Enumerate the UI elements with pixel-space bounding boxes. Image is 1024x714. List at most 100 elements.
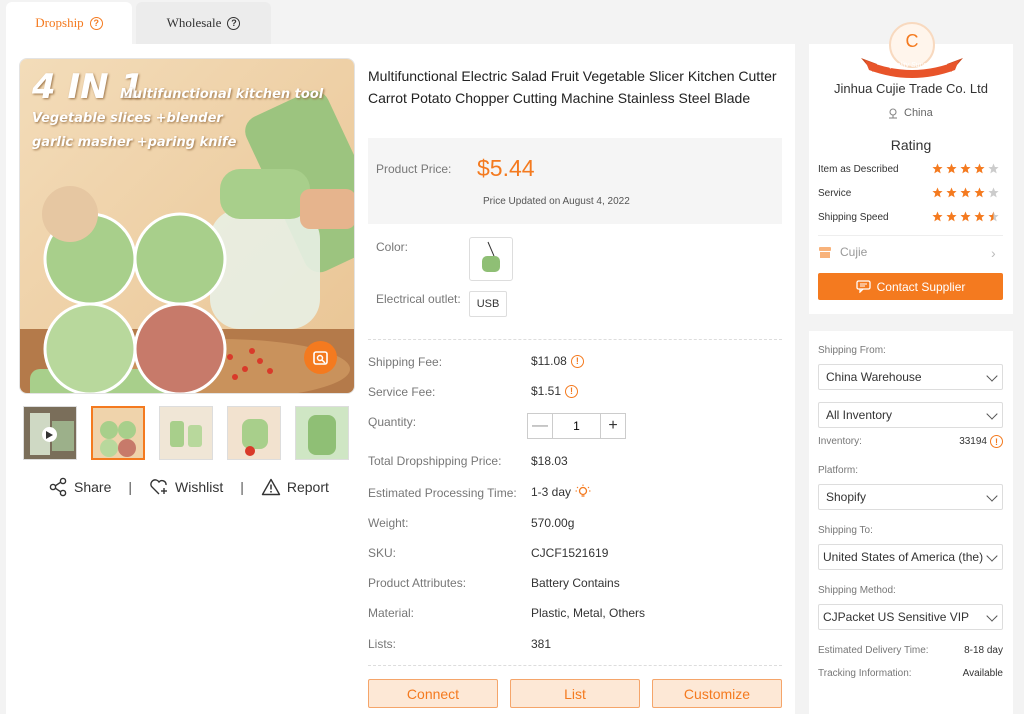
thumbnail-selected[interactable] (91, 406, 145, 460)
star-icon (946, 187, 957, 198)
tracking-label: Tracking Information: (818, 668, 912, 679)
thumbnail-video[interactable] (23, 406, 77, 460)
star-icon (960, 211, 971, 222)
platform-select[interactable]: Shopify (818, 484, 1003, 510)
thumbnail[interactable] (295, 406, 349, 460)
badge-letter: C (905, 31, 919, 51)
star-icon (960, 187, 971, 198)
info-icon[interactable]: ! (990, 435, 1003, 448)
country-label: China (904, 107, 933, 119)
star-icon (974, 211, 985, 222)
tab-dropship[interactable]: Dropship ? (6, 2, 132, 44)
increment-button[interactable]: + (601, 414, 625, 438)
rating-label: Shipping Speed (818, 212, 889, 223)
product-actions: Share | Wishlist | Report (48, 477, 329, 497)
total-value: $18.03 (531, 454, 568, 468)
tracking-value: Available (962, 668, 1003, 679)
list-button[interactable]: List (510, 679, 640, 708)
shipping-to-value: United States of America (the) (823, 550, 984, 564)
thumbnail[interactable] (227, 406, 281, 460)
chevron-right-icon[interactable]: › (991, 245, 996, 261)
total-label: Total Dropshipping Price: (368, 454, 502, 468)
tab-wholesale-label: Wholesale (166, 15, 222, 30)
attributes-label: Product Attributes: (368, 576, 467, 590)
image-search-button[interactable] (304, 341, 337, 374)
rating-label: Service (818, 188, 852, 199)
divider (368, 339, 782, 340)
customize-button[interactable]: Customize (652, 679, 782, 708)
quantity-stepper: — + (527, 413, 626, 439)
rating-stars (932, 163, 999, 174)
image-subheadline: Multifunctional kitchen tool (120, 87, 324, 102)
service-fee-label: Service Fee: (368, 385, 436, 399)
play-icon (42, 427, 57, 442)
rating-label: Item as Described (818, 164, 899, 175)
color-swatch[interactable] (469, 237, 513, 281)
shipping-method-value: CJPacket US Sensitive VIP (823, 610, 970, 624)
processing-time: 1-3 day (531, 485, 572, 499)
star-icon (988, 163, 999, 174)
star-icon (974, 163, 985, 174)
store-icon (819, 246, 831, 258)
decrement-button[interactable]: — (528, 414, 552, 438)
inventory-select[interactable]: All Inventory (818, 402, 1003, 428)
material-label: Material: (368, 606, 415, 620)
tab-wholesale[interactable]: Wholesale ? (136, 2, 271, 44)
shipping-to-select[interactable]: United States of America (the) (818, 544, 1003, 570)
inventory-label: Inventory: (818, 436, 862, 447)
processing-value: 1-3 day (531, 484, 591, 500)
info-icon[interactable]: ! (565, 384, 579, 398)
shipping-fee-value: $11.08! (531, 354, 584, 368)
help-icon[interactable]: ? (89, 16, 103, 30)
service-fee: $1.51 (531, 384, 562, 398)
chevron-down-icon (986, 408, 998, 420)
attributes-value: Battery Contains (531, 576, 620, 590)
tab-dropship-label: Dropship (35, 15, 84, 30)
platform-label: Platform: (818, 465, 859, 476)
inventory-value: 33194! (959, 435, 1003, 448)
report-button[interactable]: Report (261, 478, 329, 496)
thumbnail-image (93, 408, 143, 458)
wishlist-button[interactable]: Wishlist (149, 478, 223, 496)
shipping-from-select[interactable]: China Warehouse (818, 364, 1003, 390)
share-button[interactable]: Share (48, 477, 111, 497)
shipping-from-label: Shipping From: (818, 345, 886, 356)
image-line-1: Vegetable slices +blender (32, 111, 223, 126)
contact-supplier-label: Contact Supplier (876, 279, 966, 294)
product-main-image[interactable]: 4 IN 1 Multifunctional kitchen tool Vege… (19, 58, 355, 394)
share-icon (49, 477, 67, 497)
contact-supplier-button[interactable]: Contact Supplier (818, 273, 1003, 300)
star-icon (988, 211, 999, 222)
product-photo (20, 59, 354, 393)
connect-button[interactable]: Connect (368, 679, 498, 708)
star-icon (974, 187, 985, 198)
swatch-image (482, 241, 500, 272)
info-icon[interactable]: ! (570, 354, 584, 368)
supplier-country: China (887, 107, 933, 119)
star-icon (960, 163, 971, 174)
outlet-option-usb[interactable]: USB (469, 291, 507, 317)
thumbnail[interactable] (159, 406, 213, 460)
wishlist-label: Wishlist (175, 479, 224, 495)
product-price: $5.44 (477, 155, 535, 181)
lightbulb-icon[interactable] (575, 484, 591, 500)
shipping-method-select[interactable]: CJPacket US Sensitive VIP (818, 604, 1003, 630)
rating-stars (932, 211, 999, 222)
divider (368, 665, 782, 666)
report-label: Report (286, 479, 329, 495)
inventory-count: 33194 (959, 436, 987, 447)
help-icon[interactable]: ? (227, 16, 241, 30)
star-icon (932, 163, 943, 174)
store-link[interactable]: Cujie (818, 245, 867, 259)
material-value: Plastic, Metal, Others (531, 606, 646, 620)
star-icon (988, 187, 999, 198)
lists-label: Lists: (368, 637, 397, 651)
price-box: Product Price: $5.44 Price Updated on Au… (368, 138, 782, 224)
thumbnail-strip (23, 406, 349, 460)
inventory-select-value: All Inventory (826, 408, 893, 422)
quantity-input[interactable] (552, 414, 601, 438)
chat-icon (855, 280, 871, 293)
supplier-name[interactable]: Jinhua Cujie Trade Co. Ltd (809, 81, 1013, 96)
weight-label: Weight: (368, 516, 409, 530)
action-separator: | (128, 479, 132, 495)
